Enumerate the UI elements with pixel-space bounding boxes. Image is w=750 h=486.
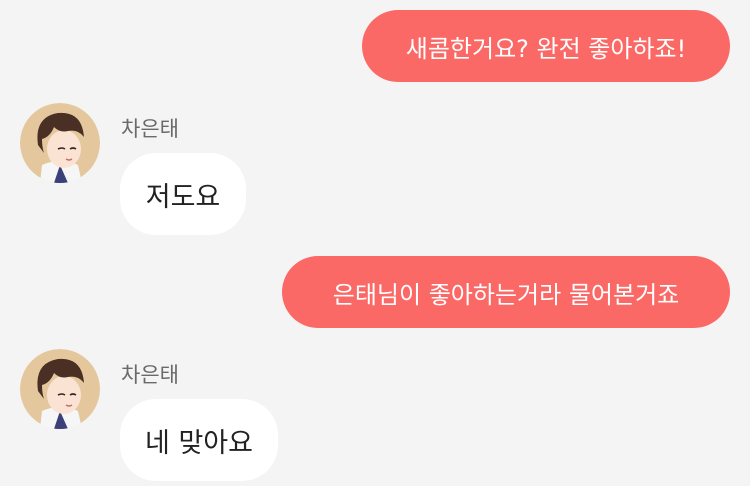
message-text: 은태님이 좋아하는거라 물어본거죠 bbox=[332, 280, 680, 309]
message-text: 네 맞아요 bbox=[145, 427, 253, 459]
sender-name: 차은태 bbox=[121, 363, 179, 387]
message-bubble-outgoing[interactable]: 은태님이 좋아하는거라 물어본거죠 bbox=[282, 256, 730, 328]
message-bubble-incoming[interactable]: 저도요 bbox=[120, 153, 246, 235]
avatar-illustration bbox=[20, 349, 100, 429]
avatar-illustration bbox=[20, 103, 100, 183]
sender-name: 차은태 bbox=[121, 117, 179, 141]
avatar-icon[interactable] bbox=[20, 349, 100, 429]
message-text: 새콤한거요? 완전 좋아하죠! bbox=[405, 34, 687, 63]
message-bubble-outgoing[interactable]: 새콤한거요? 완전 좋아하죠! bbox=[362, 10, 730, 82]
chat-thread: 새콤한거요? 완전 좋아하죠! 차은태 저도요 은태님이 좋아하는거라 물어본거… bbox=[0, 0, 750, 486]
avatar-icon[interactable] bbox=[20, 103, 100, 183]
message-text: 저도요 bbox=[145, 181, 221, 213]
message-bubble-incoming[interactable]: 네 맞아요 bbox=[120, 399, 278, 481]
